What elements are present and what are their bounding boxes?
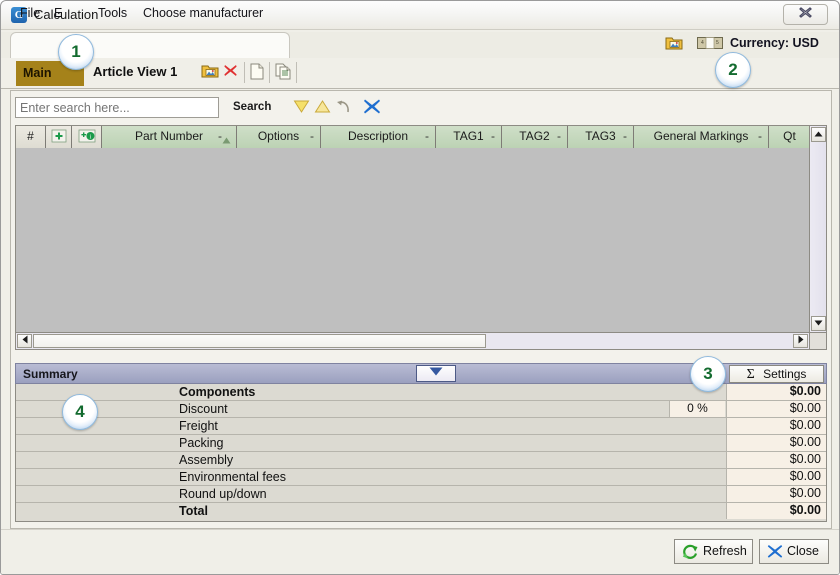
menu-item-tools[interactable]: Tools [98,6,127,20]
grid-col-description[interactable]: Description - [321,126,436,148]
annotation-badge-4: 4 [62,394,98,430]
close-icon [799,7,812,18]
new-document-icon[interactable] [250,63,264,83]
refresh-button[interactable]: Refresh [674,539,753,564]
summary-row-packing[interactable]: Packing $0.00 [16,435,826,452]
sort-dash-icon: - [557,129,561,143]
add-info-icon: i [78,129,95,143]
summary-table: Components $0.00 Discount 0 % $0.00 Frei… [15,384,827,522]
close-label: Close [787,544,819,558]
clear-x-icon[interactable] [363,98,381,118]
svg-text:4: 4 [701,40,704,46]
grid-header-row: # i Part Number - Options - Description … [16,126,826,148]
scroll-right-button[interactable] [793,334,808,348]
svg-text:5: 5 [716,40,719,46]
horizontal-scroll-thumb[interactable] [33,334,486,348]
add-row-icon [51,129,66,143]
menu-item-file[interactable]: File [20,6,40,20]
close-button[interactable]: Close [759,539,829,564]
discount-percent-field[interactable]: 0 % [669,401,725,417]
sort-dash-icon: - [310,129,314,143]
copy-documents-icon[interactable] [275,63,292,83]
filter-down-icon[interactable] [293,99,310,118]
search-input[interactable] [15,97,219,118]
grid-vertical-scrollbar[interactable] [809,126,826,332]
menu-bar [10,32,290,58]
filter-up-icon[interactable] [314,99,331,118]
report-folder-icon[interactable] [665,35,683,54]
money-icon: 4 5 [697,36,723,53]
annotation-badge-1: 1 [58,34,94,70]
grid-body[interactable] [16,148,826,349]
tab-article-view-1[interactable]: Article View 1 [93,64,177,79]
grid-col-number[interactable]: # [16,126,46,148]
grid-col-part-number[interactable]: Part Number - [102,126,237,148]
window-close-button[interactable] [783,4,828,25]
summary-row-total[interactable]: Total $0.00 [16,503,826,520]
grid-horizontal-scrollbar[interactable] [16,332,826,349]
annotation-badge-2: 2 [715,52,751,88]
summary-row-discount[interactable]: Discount 0 % $0.00 [16,401,826,418]
summary-title: Summary [23,367,78,381]
settings-label: Settings [763,367,807,381]
summary-row-freight[interactable]: Freight $0.00 [16,418,826,435]
scroll-left-button[interactable] [17,334,32,348]
currency-label: Currency: USD [730,36,819,50]
sort-dash-icon: - [623,129,627,143]
sort-dash-icon: - [491,129,495,143]
sigma-icon: Σ [746,367,755,382]
grid-col-quantity[interactable]: Qt [769,126,811,148]
grid-col-tag3[interactable]: TAG3 - [568,126,634,148]
toolbar-separator-2 [269,62,270,83]
grid-col-add[interactable] [46,126,72,148]
menu-item-choose-manufacturer[interactable]: Choose manufacturer [143,6,263,20]
toolbar-separator-3 [296,62,297,83]
window-title: Calculation [34,7,99,22]
chevron-down-icon [429,367,443,376]
toolbar-separator-1 [244,62,245,83]
grid-col-tag2[interactable]: TAG2 - [502,126,568,148]
scroll-up-button[interactable] [811,127,826,142]
summary-row-environmental-fees[interactable]: Environmental fees $0.00 [16,469,826,486]
summary-row-assembly[interactable]: Assembly $0.00 [16,452,826,469]
grid-col-general-markings[interactable]: General Markings - [634,126,769,148]
refresh-label: Refresh [703,544,747,558]
close-x-icon [767,544,783,567]
articles-grid: # i Part Number - Options - Description … [15,125,827,350]
search-bar: Search [15,97,827,123]
undo-icon[interactable] [335,99,353,118]
sort-dash-icon: - [758,129,762,143]
scrollbar-corner [809,333,826,349]
menu-item-edit[interactable]: E [54,6,62,20]
grid-col-options[interactable]: Options - [237,126,321,148]
open-image-folder-icon[interactable] [201,63,219,82]
refresh-icon [682,544,698,568]
search-label: Search [233,101,272,113]
grid-col-tag1[interactable]: TAG1 - [436,126,502,148]
grid-col-add-info[interactable]: i [72,126,102,148]
annotation-badge-3: 3 [690,356,726,392]
settings-button[interactable]: Σ Settings [729,365,824,383]
summary-dropdown-button[interactable] [416,365,456,382]
summary-row-round-up-down[interactable]: Round up/down $0.00 [16,486,826,503]
scroll-down-button[interactable] [811,316,826,331]
calculation-window: G Calculation File E Tools Choose manufa… [0,0,840,575]
sort-dash-icon: - [425,129,429,143]
delete-red-x-icon[interactable] [223,63,238,81]
